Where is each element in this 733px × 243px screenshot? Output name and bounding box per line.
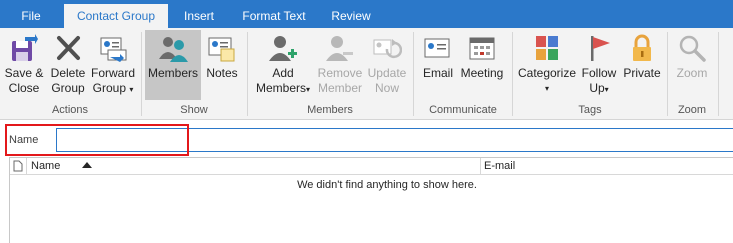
add-members-label-1: Add: [272, 66, 294, 80]
remove-member-label-2: Member: [317, 81, 362, 95]
column-header-name[interactable]: Name: [31, 158, 60, 174]
save-close-button[interactable]: Save & Close: [3, 30, 45, 100]
members-people-icon: [158, 33, 188, 63]
update-now-label-2: Now: [374, 81, 399, 95]
group-label-zoom: Zoom: [677, 104, 707, 116]
follow-up-label-1: Follow: [581, 66, 617, 80]
delete-x-icon: [53, 33, 83, 63]
meeting-button[interactable]: Meeting: [458, 30, 506, 100]
tab-format-text[interactable]: Format Text: [232, 4, 316, 28]
delete-group-button[interactable]: Delete Group: [47, 30, 89, 100]
categorize-label: Categorize: [517, 66, 577, 80]
lock-icon: [627, 33, 657, 63]
group-label-show: Show: [180, 104, 208, 116]
update-refresh-icon: [372, 33, 403, 63]
group-label-members: Members: [307, 104, 353, 116]
email-label: Email: [422, 66, 453, 80]
tab-contact-group[interactable]: Contact Group: [64, 4, 168, 28]
tab-file[interactable]: File: [6, 4, 56, 28]
group-divider: [413, 32, 414, 116]
chevron-down-icon: ▾: [544, 84, 549, 93]
add-members-label-2: Members▾: [255, 81, 311, 95]
forward-group-label-1: Forward: [90, 66, 135, 80]
follow-up-label-2: Up▾: [589, 81, 609, 95]
categorize-icon: [532, 33, 562, 63]
group-divider: [247, 32, 248, 116]
group-label-tags: Tags: [578, 104, 602, 116]
meeting-label: Meeting: [460, 66, 504, 80]
members-view-label: Members: [147, 66, 198, 80]
sort-ascending-icon: [82, 158, 92, 174]
private-label: Private: [623, 66, 661, 80]
group-label-actions: Actions: [51, 104, 89, 116]
remove-person-icon: [325, 33, 355, 63]
email-card-icon: [423, 33, 453, 63]
add-person-icon: [268, 33, 298, 63]
group-divider: [667, 32, 668, 116]
member-list[interactable]: Name E-mail We didn't find anything to s…: [9, 157, 733, 243]
magnifier-icon: [677, 33, 707, 63]
notes-card-icon: [207, 33, 237, 63]
members-view-button[interactable]: Members: [145, 30, 201, 100]
zoom-button[interactable]: Zoom: [671, 30, 713, 100]
card-column-icon: [13, 158, 23, 174]
group-divider: [141, 32, 142, 116]
email-button[interactable]: Email: [419, 30, 457, 100]
column-divider: [26, 158, 27, 174]
notes-view-label: Notes: [206, 66, 238, 80]
notes-view-button[interactable]: Notes: [203, 30, 241, 100]
flag-icon: [584, 33, 614, 63]
follow-up-button[interactable]: Follow Up▾: [578, 30, 620, 100]
save-close-icon: [9, 33, 39, 63]
remove-member-label-1: Remove: [317, 66, 363, 80]
zoom-label: Zoom: [676, 66, 708, 80]
group-divider: [718, 32, 719, 116]
delete-group-label-1: Delete: [50, 66, 86, 80]
forward-contact-card-icon: [98, 33, 128, 63]
member-list-header: Name E-mail: [10, 158, 733, 175]
update-now-button[interactable]: Update Now: [366, 30, 408, 100]
tab-insert[interactable]: Insert: [172, 4, 226, 28]
tab-review[interactable]: Review: [322, 4, 380, 28]
add-members-button[interactable]: Add Members▾: [252, 30, 314, 100]
save-close-label-1: Save &: [4, 66, 44, 80]
private-button[interactable]: Private: [621, 30, 663, 100]
calendar-icon: [467, 33, 497, 63]
group-divider: [512, 32, 513, 116]
ribbon-tab-bar: File Contact Group Insert Format Text Re…: [0, 0, 733, 28]
column-header-email[interactable]: E-mail: [484, 158, 515, 174]
forward-group-button[interactable]: Forward Group ▾: [89, 30, 137, 100]
column-divider: [480, 158, 481, 174]
name-highlight-box: [5, 124, 189, 156]
categorize-button[interactable]: Categorize ▾: [517, 30, 577, 100]
update-now-label-1: Update: [367, 66, 407, 80]
empty-list-message: We didn't find anything to show here.: [297, 179, 477, 191]
ribbon: Save & Close Delete Group Forward Group …: [0, 28, 733, 120]
group-label-communicate: Communicate: [429, 104, 497, 116]
save-close-label-2: Close: [8, 81, 40, 95]
forward-group-label-2: Group ▾: [92, 81, 134, 95]
remove-member-button[interactable]: Remove Member: [314, 30, 366, 100]
delete-group-label-2: Group: [51, 81, 85, 95]
